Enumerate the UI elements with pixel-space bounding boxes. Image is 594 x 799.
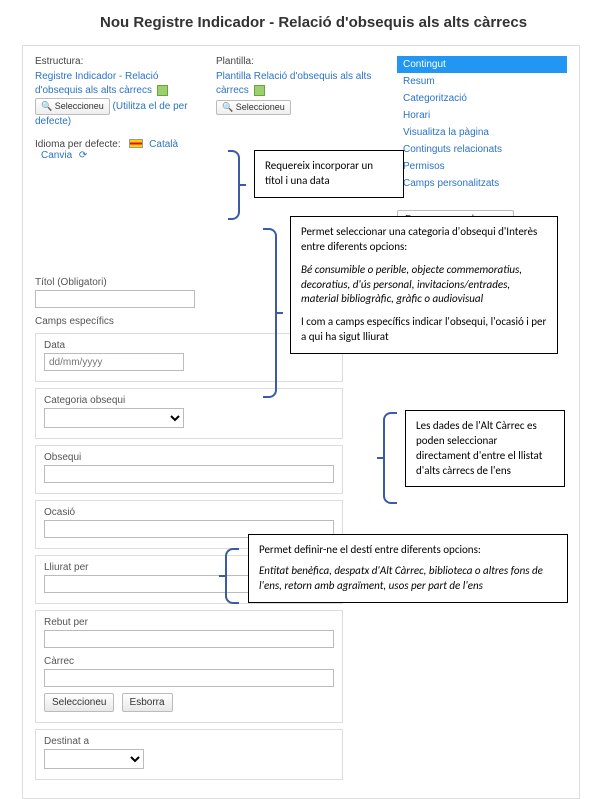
callout-text: Entitat benèfica, despatx d'Alt Càrrec, …: [259, 564, 557, 594]
rebut-label: Rebut per: [44, 617, 334, 628]
rebut-select-button[interactable]: Seleccioneu: [44, 693, 114, 712]
title-input[interactable]: [35, 290, 195, 308]
lang-value: Català: [149, 139, 178, 150]
doc-icon: [157, 85, 168, 96]
callout-text: I com a camps específics indicar l'obseq…: [301, 315, 547, 345]
callout-text: Requereix incorporar un títol i una data: [265, 159, 373, 187]
sidebar-item-relacionats[interactable]: Continguts relacionats: [397, 141, 567, 158]
structure-link[interactable]: Registre Indicador - Relació d'obsequis …: [35, 71, 158, 96]
template-select-button[interactable]: 🔍 Seleccioneu: [216, 100, 291, 115]
callout-title-data: Requereix incorporar un títol i una data: [254, 150, 404, 198]
data-input[interactable]: [44, 353, 184, 371]
brace-2: [263, 228, 277, 398]
destinat-label: Destinat a: [44, 736, 334, 747]
template-link[interactable]: Plantilla Relació d'obsequis als alts cà…: [216, 71, 371, 96]
obsequi-input[interactable]: [44, 465, 334, 483]
obsequi-label: Obsequi: [44, 452, 334, 463]
brace-4: [225, 548, 239, 604]
callout-alt-carrec: Les dades de l'Alt Càrrec es poden selec…: [405, 410, 565, 487]
callout-text: Les dades de l'Alt Càrrec es poden selec…: [416, 419, 542, 477]
doc-icon: [254, 85, 265, 96]
template-value-row: Plantilla Relació d'obsequis als alts cà…: [216, 70, 385, 98]
brace-3: [383, 412, 397, 504]
callout-text: Permet seleccionar una categoria d'obseq…: [301, 225, 547, 255]
structure-label: Estructura:: [35, 56, 204, 67]
sidebar-item-visualitza[interactable]: Visualitza la pàgina: [397, 124, 567, 141]
categoria-label: Categoria obsequi: [44, 395, 334, 406]
sidebar-item-horari[interactable]: Horari: [397, 107, 567, 124]
brace-1: [228, 150, 240, 220]
obsequi-field-box: Obsequi: [35, 445, 343, 494]
select-label: Seleccioneu: [236, 102, 285, 112]
page-title: Nou Registre Indicador - Relació d'obseq…: [0, 0, 594, 45]
callout-categoria: Permet seleccionar una categoria d'obseq…: [290, 216, 558, 354]
callout-destinat: Permet definir-ne el destí entre diferen…: [248, 534, 568, 603]
structure-select-button[interactable]: 🔍 Seleccioneu: [35, 98, 110, 115]
callout-text: Permet definir-ne el destí entre diferen…: [259, 543, 557, 558]
carrec-input[interactable]: [44, 669, 334, 687]
sidebar-item-categoritzacio[interactable]: Categorització: [397, 90, 567, 107]
flag-icon: [129, 139, 143, 148]
lang-label: Idioma per defecte:: [35, 139, 121, 150]
rebut-clear-button[interactable]: Esborra: [122, 693, 173, 712]
lang-change-link[interactable]: Canvia: [41, 150, 72, 161]
sidebar-item-contingut[interactable]: Contingut: [397, 56, 567, 73]
sidebar-item-resum[interactable]: Resum: [397, 73, 567, 90]
callout-text: Bé consumible o perible, objecte commemo…: [301, 263, 547, 308]
structure-value[interactable]: Registre Indicador - Relació d'obsequis …: [35, 70, 204, 129]
destinat-field-box: Destinat a: [35, 729, 343, 780]
template-label: Plantilla:: [216, 56, 385, 67]
categoria-field-box: Categoria obsequi: [35, 388, 343, 439]
rebut-field-box: Rebut per Càrrec Seleccioneu Esborra: [35, 610, 343, 723]
ocasio-label: Ocasió: [44, 507, 334, 518]
sidebar-item-camps[interactable]: Camps personalitzats: [397, 175, 567, 192]
rebut-input[interactable]: [44, 630, 334, 648]
destinat-select[interactable]: [44, 749, 144, 769]
carrec-label: Càrrec: [44, 656, 334, 667]
sidebar-item-permisos[interactable]: Permisos: [397, 158, 567, 175]
refresh-icon[interactable]: ⟳: [79, 150, 87, 161]
select-label: Seleccioneu: [55, 101, 104, 111]
categoria-select[interactable]: [44, 408, 184, 428]
